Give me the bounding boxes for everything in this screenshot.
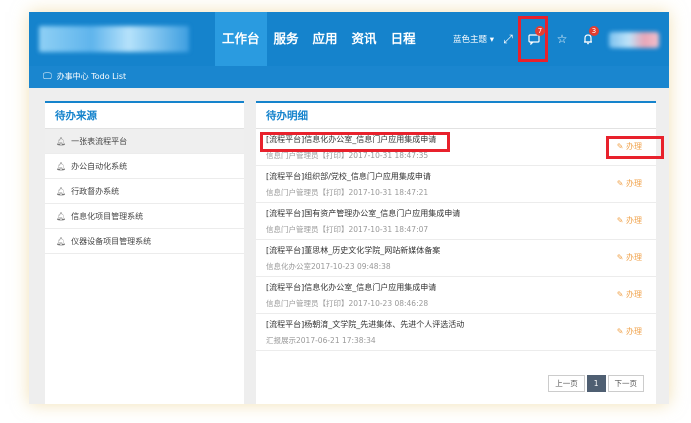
highlight-box-handle bbox=[606, 136, 664, 159]
bell-icon: 🔔︎ bbox=[56, 162, 67, 171]
handle-button[interactable]: ✎ 办理 bbox=[617, 178, 642, 189]
bell-icon: 🔔︎ bbox=[56, 237, 67, 246]
handle-button[interactable]: ✎ 办理 bbox=[617, 252, 642, 263]
nav-service[interactable]: 服务 bbox=[267, 12, 306, 66]
handle-button[interactable]: ✎ 办理 bbox=[617, 215, 642, 226]
handle-button[interactable]: ✎ 办理 bbox=[617, 326, 642, 337]
highlight-box-message bbox=[518, 16, 548, 62]
todo-row: [流程平台]董思林_历史文化学院_网站新媒体备案 信息化办公室2017-10-2… bbox=[256, 240, 656, 277]
nav-news[interactable]: 资讯 bbox=[345, 12, 384, 66]
subbar-title: 办事中心 Todo List bbox=[56, 72, 127, 81]
notice-badge: 3 bbox=[589, 26, 599, 36]
monitor-icon: 🖵 bbox=[43, 72, 52, 82]
source-item-label: 仪器设备项目管理系统 bbox=[71, 237, 152, 246]
todo-row: [流程平台]信息化办公室_信息门户应用集成申请 信息门户管理员【打印】2017-… bbox=[256, 277, 656, 314]
handle-button[interactable]: ✎ 办理 bbox=[617, 289, 642, 300]
source-item[interactable]: 🔔︎ 一张表流程平台 bbox=[45, 129, 244, 154]
todo-row: [流程平台]杨朝淯_文学院_先进集体、先进个人评选活动 汇报展示2017-06-… bbox=[256, 314, 656, 351]
handle-button-label: 办理 bbox=[626, 327, 642, 336]
todo-meta: 信息门户管理员【打印】2017-10-23 08:46:28 bbox=[266, 299, 429, 308]
notice-icon[interactable]: 3 bbox=[577, 26, 599, 50]
todo-row: [流程平台]组织部/党校_信息门户应用集成申请 信息门户管理员【打印】2017-… bbox=[256, 166, 656, 203]
edit-icon: ✎ bbox=[616, 179, 626, 188]
bell-icon: 🔔︎ bbox=[56, 212, 67, 221]
todo-meta: 信息门户管理员【打印】2017-10-31 18:47:21 bbox=[266, 188, 429, 197]
theme-selector[interactable]: 蓝色主题 ▾ bbox=[453, 33, 494, 45]
nav-apps[interactable]: 应用 bbox=[306, 12, 345, 66]
todo-row: [流程平台]国有资产管理办公室_信息门户应用集成申请 信息门户管理员【打印】20… bbox=[256, 203, 656, 240]
todo-title[interactable]: [流程平台]杨朝淯_文学院_先进集体、先进个人评选活动 bbox=[266, 319, 656, 330]
prev-page-button[interactable]: 上一页 bbox=[548, 375, 585, 392]
top-bar: 工作台 服务 应用 资讯 日程 蓝色主题 ▾ ⤢ 7 ☆ 3 bbox=[29, 12, 669, 66]
edit-icon: ✎ bbox=[616, 327, 626, 336]
source-item[interactable]: 🔔︎ 信息化项目管理系统 bbox=[45, 204, 244, 229]
sub-bar: 🖵 办事中心 Todo List bbox=[29, 66, 669, 88]
source-item[interactable]: 🔔︎ 行政督办系统 bbox=[45, 179, 244, 204]
todo-meta: 汇报展示2017-06-21 17:38:34 bbox=[266, 336, 376, 345]
bell-icon: 🔔︎ bbox=[56, 137, 67, 146]
next-page-button[interactable]: 下一页 bbox=[607, 375, 644, 392]
highlight-box-todo-title bbox=[260, 132, 450, 152]
source-item-label: 一张表流程平台 bbox=[71, 137, 128, 146]
todo-meta: 信息化办公室2017-10-23 09:48:38 bbox=[266, 262, 391, 271]
source-item[interactable]: 🔔︎ 办公自动化系统 bbox=[45, 154, 244, 179]
handle-button-label: 办理 bbox=[626, 290, 642, 299]
todo-title[interactable]: [流程平台]国有资产管理办公室_信息门户应用集成申请 bbox=[266, 208, 656, 219]
source-item-label: 行政督办系统 bbox=[71, 187, 120, 196]
logo bbox=[39, 26, 189, 52]
handle-button-label: 办理 bbox=[626, 253, 642, 262]
handle-button-label: 办理 bbox=[626, 179, 642, 188]
app-window: 工作台 服务 应用 资讯 日程 蓝色主题 ▾ ⤢ 7 ☆ 3 🖵 办事中心 To… bbox=[29, 12, 669, 404]
todo-title[interactable]: [流程平台]组织部/党校_信息门户应用集成申请 bbox=[266, 171, 656, 182]
edit-icon: ✎ bbox=[616, 253, 626, 262]
source-item-label: 办公自动化系统 bbox=[71, 162, 128, 171]
star-icon[interactable]: ☆ bbox=[551, 28, 573, 50]
todo-title[interactable]: [流程平台]信息化办公室_信息门户应用集成申请 bbox=[266, 282, 656, 293]
edit-icon: ✎ bbox=[616, 290, 626, 299]
source-item-label: 信息化项目管理系统 bbox=[71, 212, 144, 221]
todo-panel-title: 待办明细 bbox=[256, 103, 656, 129]
todo-meta: 信息门户管理员【打印】2017-10-31 18:47:07 bbox=[266, 225, 429, 234]
pagination: 上一页 1 下一页 bbox=[548, 375, 644, 392]
source-panel: 待办来源 🔔︎ 一张表流程平台 🔔︎ 办公自动化系统 🔔︎ 行政督办系统 🔔︎ 信息化项… bbox=[45, 101, 244, 404]
nav-workbench[interactable]: 工作台 bbox=[215, 12, 267, 66]
expand-icon[interactable]: ⤢ bbox=[497, 28, 519, 50]
user-avatar[interactable] bbox=[609, 32, 659, 48]
source-panel-title: 待办来源 bbox=[45, 103, 244, 129]
main-nav: 工作台 服务 应用 资讯 日程 bbox=[215, 12, 423, 66]
todo-title[interactable]: [流程平台]董思林_历史文化学院_网站新媒体备案 bbox=[266, 245, 656, 256]
edit-icon: ✎ bbox=[616, 216, 626, 225]
handle-button-label: 办理 bbox=[626, 216, 642, 225]
bell-icon: 🔔︎ bbox=[56, 187, 67, 196]
source-item[interactable]: 🔔︎ 仪器设备项目管理系统 bbox=[45, 229, 244, 254]
nav-schedule[interactable]: 日程 bbox=[384, 12, 423, 66]
current-page[interactable]: 1 bbox=[586, 375, 606, 392]
